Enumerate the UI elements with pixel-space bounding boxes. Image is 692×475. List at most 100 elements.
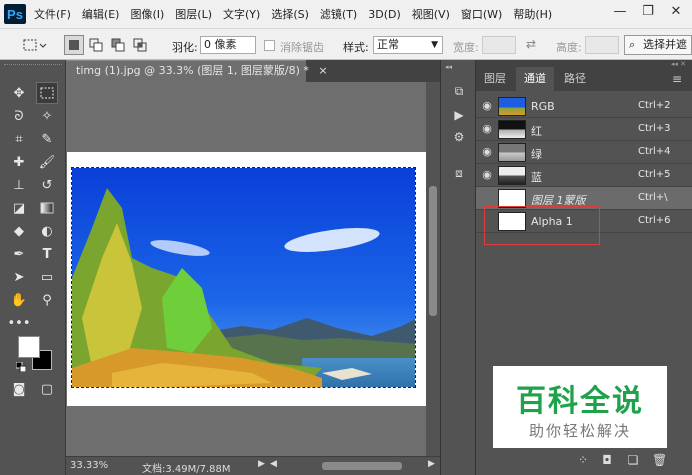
menu-bar: Ps 文件(F) 编辑(E) 图像(I) 图层(L) 文字(Y) 选择(S) 滤…	[0, 0, 692, 28]
rect-marquee-tool-icon[interactable]	[36, 82, 58, 104]
channel-shortcut: Ctrl+3	[638, 123, 671, 134]
blur-tool-icon[interactable]: ◆	[8, 220, 30, 242]
zoom-tool-icon[interactable]: ⚲	[36, 289, 58, 311]
restore-button[interactable]: ❐	[634, 0, 662, 22]
save-selection-icon[interactable]: ◘	[600, 453, 614, 467]
healing-brush-tool-icon[interactable]: ✚	[8, 151, 30, 173]
menu-type[interactable]: 文字(Y)	[223, 6, 260, 22]
history-brush-tool-icon[interactable]: ↺	[36, 174, 58, 196]
eye-icon[interactable]: ◉	[480, 122, 494, 136]
collapse-arrows-icon[interactable]: ◂◂	[445, 63, 473, 71]
horizontal-scrollbar-thumb[interactable]	[322, 462, 402, 470]
marquee-preset-icon[interactable]	[20, 35, 50, 55]
panel-menu-icon[interactable]: ≡	[672, 72, 686, 86]
chevron-down-icon: ▼	[431, 40, 438, 50]
close-button[interactable]: ✕	[662, 0, 690, 22]
antialias-checkbox[interactable]	[264, 40, 275, 51]
tab-layers[interactable]: 图层	[476, 67, 514, 91]
eye-icon[interactable]: ◉	[480, 145, 494, 159]
zoom-level[interactable]: 33.33%	[70, 460, 108, 471]
vertical-scrollbar-thumb[interactable]	[429, 186, 437, 316]
close-tab-icon[interactable]: ×	[318, 64, 327, 77]
channel-thumbnail	[498, 143, 526, 162]
clone-stamp-tool-icon[interactable]: ⊥	[8, 174, 30, 196]
channel-row-blue[interactable]: ◉ 蓝 Ctrl+5	[476, 164, 692, 187]
type-tool-icon[interactable]: T	[36, 243, 58, 265]
add-selection-icon[interactable]	[86, 35, 106, 55]
eyedropper-tool-icon[interactable]: ✎	[36, 128, 58, 150]
screen-mode-icon[interactable]: ▢	[36, 378, 58, 400]
swap-dimensions-icon[interactable]: ⇄	[526, 37, 536, 51]
scroll-right-icon[interactable]: ▶	[428, 459, 435, 469]
menu-filter[interactable]: 滤镜(T)	[320, 6, 357, 22]
tab-channels[interactable]: 通道	[516, 67, 554, 91]
subtract-selection-icon[interactable]	[108, 35, 128, 55]
scroll-left-icon[interactable]: ◀	[270, 459, 277, 469]
status-menu-arrow-icon[interactable]: ▶	[258, 459, 265, 469]
photoshop-logo: Ps	[4, 4, 26, 24]
history-panel-icon[interactable]: ⧉	[450, 82, 468, 100]
highlight-box	[484, 206, 600, 245]
hand-tool-icon[interactable]: ✋	[8, 289, 30, 311]
crop-tool-icon[interactable]: ⌗	[8, 128, 30, 150]
tab-paths[interactable]: 路径	[556, 67, 594, 91]
rectangle-tool-icon[interactable]: ▭	[36, 266, 58, 288]
path-selection-tool-icon[interactable]: ➤	[8, 266, 30, 288]
delete-channel-icon[interactable]: 🗑	[652, 453, 667, 467]
adjustments-icon[interactable]: ⚙	[450, 128, 468, 146]
channel-row-rgb[interactable]: ◉ RGB Ctrl+2	[476, 95, 692, 118]
eye-icon[interactable]: ◉	[480, 168, 494, 182]
brush-tool-icon[interactable]: 🖌	[36, 151, 58, 173]
move-tool-icon[interactable]: ✥	[8, 82, 30, 104]
menu-image[interactable]: 图像(I)	[130, 6, 164, 22]
eye-toggle-empty[interactable]	[480, 191, 494, 205]
width-input[interactable]	[482, 36, 516, 54]
options-bar: 羽化: 0 像素 消除锯齿 样式: 正常 ▼ 宽度: ⇄ 高度: ⌕ 选择并遮	[0, 28, 692, 60]
more-tools-icon[interactable]: •••	[8, 312, 31, 334]
menu-edit[interactable]: 编辑(E)	[82, 6, 120, 22]
foreground-color-swatch[interactable]	[18, 336, 40, 358]
height-label: 高度:	[556, 41, 582, 54]
select-and-mask-button[interactable]: ⌕ 选择并遮	[624, 35, 692, 55]
default-colors-icon[interactable]	[15, 361, 27, 373]
pen-tool-icon[interactable]: ✒	[8, 243, 30, 265]
landscape-image[interactable]	[71, 167, 416, 388]
menu-layer[interactable]: 图层(L)	[175, 6, 212, 22]
eraser-tool-icon[interactable]: ◪	[8, 197, 30, 219]
actions-play-icon[interactable]: ▶	[450, 106, 468, 124]
lasso-tool-icon[interactable]: ᘐ	[8, 105, 30, 127]
search-icon: ⌕	[629, 38, 636, 51]
feather-label: 羽化:	[172, 41, 198, 54]
channel-thumbnail	[498, 97, 526, 116]
channel-row-green[interactable]: ◉ 绿 Ctrl+4	[476, 141, 692, 164]
new-channel-icon[interactable]: ❏	[626, 453, 640, 467]
menu-view[interactable]: 视图(V)	[412, 6, 450, 22]
menu-select[interactable]: 选择(S)	[271, 6, 309, 22]
minimize-button[interactable]: —	[606, 0, 634, 22]
menu-window[interactable]: 窗口(W)	[461, 6, 502, 22]
dodge-tool-icon[interactable]: ◐	[36, 220, 58, 242]
panel-collapse-bar[interactable]: ◂◂ ✕	[476, 60, 692, 68]
menu-file[interactable]: 文件(F)	[34, 6, 71, 22]
document-tab-title: timg (1).jpg @ 33.3% (图层 1, 图层蒙版/8) *	[76, 64, 309, 77]
select-and-mask-label: 选择并遮	[643, 38, 687, 51]
channel-row-red[interactable]: ◉ 红 Ctrl+3	[476, 118, 692, 141]
watermark-subtitle: 助你轻松解决	[528, 422, 631, 440]
load-selection-icon[interactable]: ⁘	[576, 453, 590, 467]
feather-input[interactable]: 0 像素	[200, 36, 256, 54]
new-selection-icon[interactable]	[64, 35, 84, 55]
menu-3d[interactable]: 3D(D)	[368, 8, 401, 21]
menu-help[interactable]: 帮助(H)	[513, 6, 552, 22]
eye-icon[interactable]: ◉	[480, 99, 494, 113]
properties-panel-icon[interactable]: ⧈	[450, 164, 468, 182]
document-tab[interactable]: timg (1).jpg @ 33.3% (图层 1, 图层蒙版/8) * ×	[66, 60, 328, 82]
channel-name: RGB	[531, 100, 555, 113]
magic-wand-tool-icon[interactable]: ✧	[36, 105, 58, 127]
height-input[interactable]	[585, 36, 619, 54]
style-select[interactable]: 正常 ▼	[373, 36, 443, 54]
status-bar: 33.33% 文档:3.49M/7.88M ▶ ◀ ▶	[66, 456, 440, 475]
gradient-tool-icon[interactable]	[36, 197, 58, 219]
intersect-selection-icon[interactable]	[130, 35, 150, 55]
quick-mask-icon[interactable]: ◙	[8, 378, 30, 400]
channel-thumbnail	[498, 166, 526, 185]
